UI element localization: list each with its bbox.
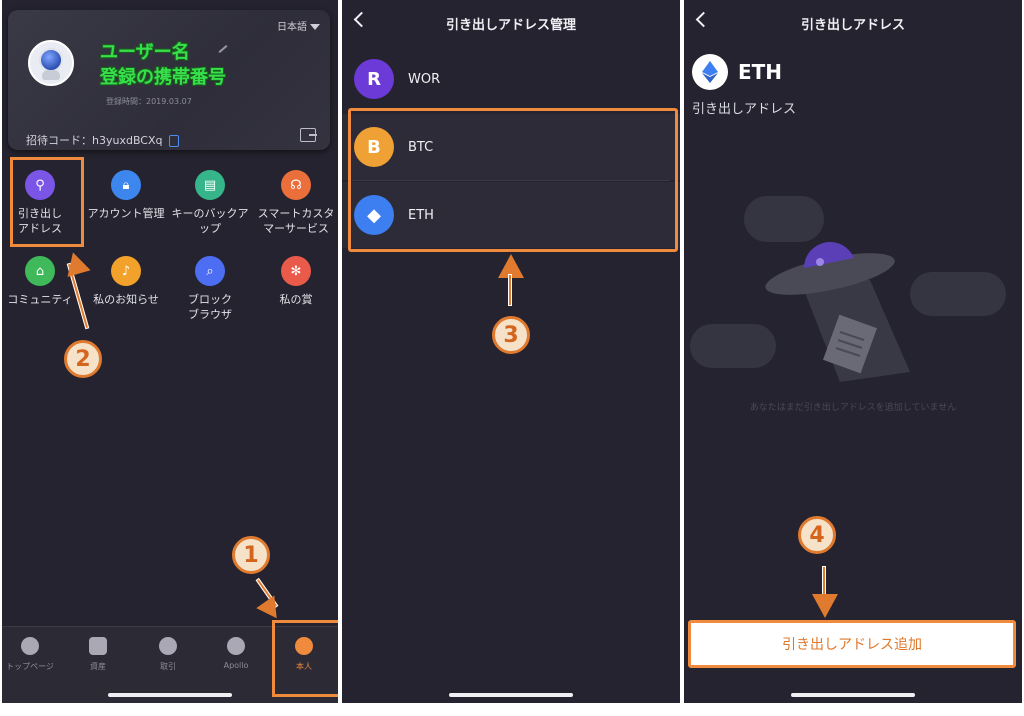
tab-label: 取引 xyxy=(160,662,176,671)
search-icon: ⌕ xyxy=(195,256,225,286)
grid-item-label-line1: ブロック xyxy=(188,293,232,306)
tab-assets[interactable]: 資産 xyxy=(68,637,128,672)
back-icon[interactable] xyxy=(695,11,712,28)
coin-heading: ETH xyxy=(692,54,782,90)
astronaut-helmet-icon xyxy=(39,48,63,72)
grid-item-label: 私のお知らせ xyxy=(93,293,159,306)
withdraw-address-management-screen: 引き出しアドレス管理 R WOR B BTC ◆ ETH 3 xyxy=(342,0,680,703)
phone-number: 登録の携帯番号 xyxy=(100,67,226,88)
tab-label: 資産 xyxy=(90,662,106,671)
home-indicator xyxy=(108,693,232,697)
tab-apollo[interactable]: Apollo xyxy=(206,637,266,670)
empty-state-message: あなたはまだ引き出しアドレスを追加していません xyxy=(749,403,957,413)
grid-item-label: ブロック ブラウザ xyxy=(170,292,250,322)
invite-code-row: 招待コード：h3yuxdBCXq xyxy=(26,132,179,148)
cloud-shape xyxy=(910,272,1006,316)
gift-icon: ✻ xyxy=(281,256,311,286)
highlight-withdraw-address xyxy=(10,157,84,247)
section-label: 引き出しアドレス xyxy=(692,102,797,117)
page-title: 引き出しアドレス xyxy=(800,17,905,33)
copy-icon[interactable] xyxy=(168,135,179,147)
back-icon[interactable] xyxy=(353,11,370,28)
ethereum-diamond-icon xyxy=(702,61,718,83)
language-label: 日本語 xyxy=(277,22,307,33)
step-number-2: 2 xyxy=(64,340,102,378)
step-number-1: 1 xyxy=(232,536,270,574)
invite-code: h3yuxdBCXq xyxy=(92,134,163,147)
annotation-arrow-3 xyxy=(508,274,512,306)
tab-label: Apollo xyxy=(223,661,249,670)
header: 引き出しアドレス xyxy=(684,0,1022,46)
page-title: 引き出しアドレス管理 xyxy=(445,17,576,33)
caret-down-icon xyxy=(310,24,320,30)
arrowhead-down-icon xyxy=(812,594,838,618)
header: 引き出しアドレス管理 xyxy=(342,0,680,46)
registration-date: 登録時間：2019.03.07 xyxy=(106,97,192,106)
lock-icon: 🔒︎ xyxy=(111,170,141,200)
username: ユーザー名 xyxy=(100,42,190,63)
grid-item-label: アカウント管理 xyxy=(87,207,165,220)
grid-item-label: スマートカスタ マーサービス xyxy=(257,207,335,235)
invite-code-label: 招待コード： xyxy=(26,134,92,147)
planet-icon xyxy=(227,637,245,655)
home-indicator xyxy=(791,693,915,697)
edit-pencil-icon[interactable] xyxy=(218,45,228,53)
coin-symbol: ETH xyxy=(738,60,783,84)
profile-card: 日本語 ユーザー名 登録の携帯番号 登録時間：2019.03.07 招待コード：… xyxy=(8,10,330,150)
language-selector[interactable]: 日本語 xyxy=(277,18,320,33)
grid-item-key-backup[interactable]: ▤ キーのバックア ップ xyxy=(170,170,250,236)
avatar[interactable] xyxy=(28,40,74,86)
home-indicator xyxy=(449,693,573,697)
coin-symbol: WOR xyxy=(408,71,441,87)
bell-icon: ♪ xyxy=(111,256,141,286)
headset-icon: ☊ xyxy=(281,170,311,200)
eth-coin-icon xyxy=(692,54,728,90)
grid-item-rewards[interactable]: ✻ 私の賞 xyxy=(256,256,336,307)
highlight-tab-me xyxy=(272,620,338,697)
wallet-icon xyxy=(89,637,107,655)
hexagon-icon xyxy=(21,637,39,655)
tab-trade[interactable]: 取引 xyxy=(138,637,198,672)
grid-item-notices[interactable]: ♪ 私のお知らせ xyxy=(86,256,166,307)
logout-icon[interactable] xyxy=(300,128,317,142)
coin-row-wor[interactable]: R WOR xyxy=(342,46,680,112)
wor-coin-icon: R xyxy=(354,59,394,99)
grid-item-label: コミュニティ xyxy=(7,293,73,306)
grid-item-support[interactable]: ☊ スマートカスタ マーサービス xyxy=(256,170,336,236)
highlight-btc-eth xyxy=(348,108,678,252)
grid-item-label-line2: ブラウザ xyxy=(188,308,232,321)
grid-item-label: キーのバックア ップ xyxy=(171,207,249,235)
eth-withdraw-address-screen: 引き出しアドレス ETH 引き出しアドレス あなたはまだ引き出しアドレスを追加し… xyxy=(684,0,1022,703)
add-withdraw-address-button[interactable]: 引き出しアドレス追加 xyxy=(688,620,1016,668)
ufo-icon xyxy=(765,241,910,382)
grid-item-account[interactable]: 🔒︎ アカウント管理 xyxy=(86,170,166,221)
grid-item-block-browser[interactable]: ⌕ ブロックブラウザ xyxy=(170,256,250,322)
tab-top-page[interactable]: トップページ xyxy=(2,637,60,672)
my-page-screen: 日本語 ユーザー名 登録の携帯番号 登録時間：2019.03.07 招待コード：… xyxy=(2,0,338,703)
document-icon: ▤ xyxy=(195,170,225,200)
step-number-4: 4 xyxy=(798,516,836,554)
grid-item-label: 私の賞 xyxy=(279,293,313,306)
tab-label: トップページ xyxy=(6,662,54,671)
exchange-icon xyxy=(159,637,177,655)
home-icon: ⌂ xyxy=(25,256,55,286)
step-number-3: 3 xyxy=(492,316,530,354)
astronaut-body-icon xyxy=(42,70,60,80)
